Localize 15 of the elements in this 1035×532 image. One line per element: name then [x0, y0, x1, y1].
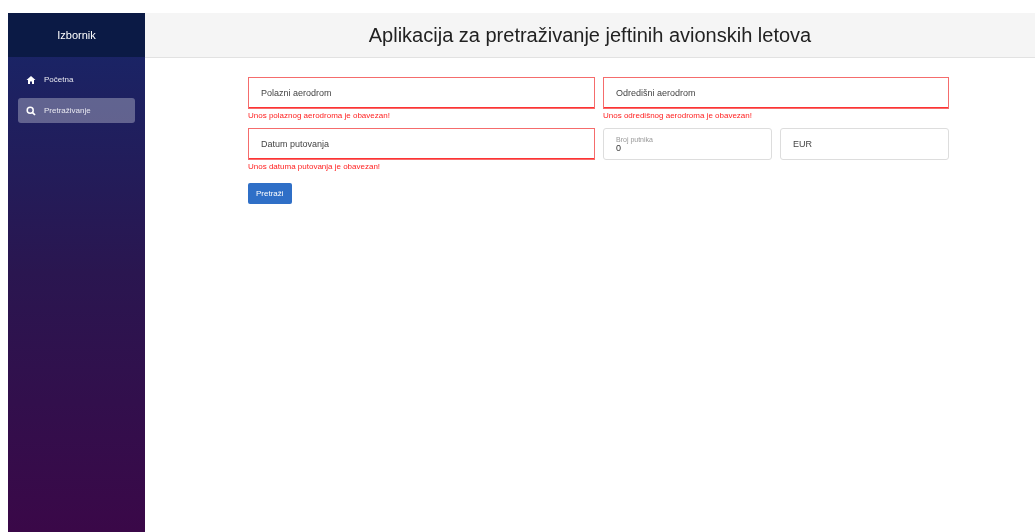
text-field[interactable]: Polazni aerodrom [248, 77, 595, 109]
error-message: Unos datuma putovanja je obavezan! [248, 162, 382, 171]
text-field[interactable]: Odredišni aerodrom [603, 77, 949, 109]
field-value: 0 [616, 142, 621, 153]
nav-item[interactable]: Pretraživanje [18, 98, 135, 123]
nav-item[interactable]: Početna [18, 67, 135, 92]
sidebar-title: Izbornik [8, 13, 145, 57]
page-title: Aplikacija za pretraživanje jeftinih avionskih letova [145, 13, 1035, 58]
home-icon [26, 74, 36, 85]
error-message: Unos odredišnog aerodroma je obavezan! [603, 111, 753, 120]
currency-select[interactable]: EUR [780, 128, 949, 160]
text-field[interactable]: Datum putovanja [248, 128, 595, 160]
error-message: Unos polaznog aerodroma je obavezan! [248, 111, 391, 120]
search-icon [26, 105, 36, 116]
search-button[interactable]: Pretraži [248, 183, 292, 204]
